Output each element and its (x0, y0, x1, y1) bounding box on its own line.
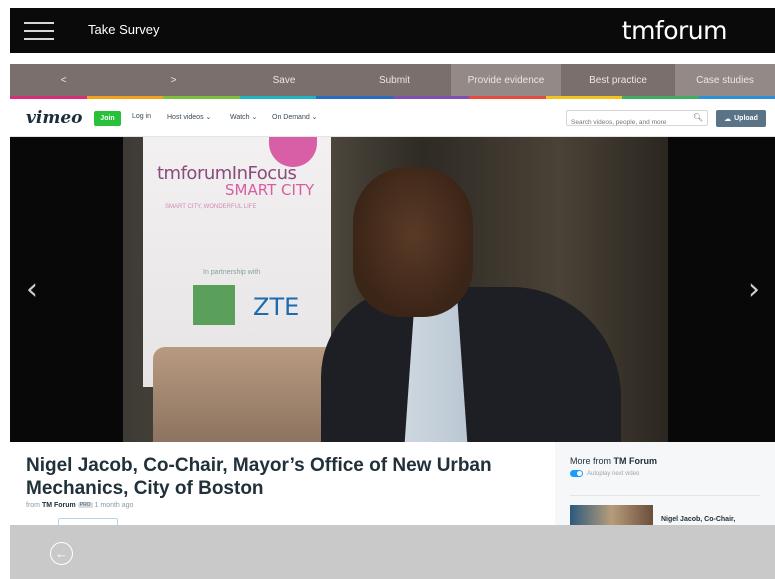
submit-button[interactable]: Submit (338, 64, 451, 96)
interviewee (321, 167, 621, 442)
upload-icon: ☁ (724, 115, 732, 123)
menu-icon[interactable] (24, 22, 54, 40)
back-arrow-icon[interactable]: ← (50, 542, 73, 565)
survey-toolbar: < > Save Submit Provide evidence Best pr… (10, 64, 775, 96)
search-input[interactable] (567, 115, 687, 130)
video-title: Nigel Jacob, Co-Chair, Mayor’s Office of… (26, 455, 492, 499)
search-box: 🔍︎ (566, 110, 708, 130)
join-button[interactable]: Join (94, 111, 121, 126)
channel-link[interactable]: TM Forum (42, 502, 76, 509)
pro-badge: PRO (77, 502, 93, 509)
more-from-heading: More from TM Forum (570, 456, 657, 466)
more-from-label: More from (570, 456, 612, 466)
previous-button[interactable]: < (10, 64, 117, 96)
watch-menu[interactable]: Watch ⌄ (230, 113, 257, 121)
search-icon[interactable]: 🔍︎ (693, 113, 703, 122)
partner-logo (193, 285, 235, 325)
best-practice-button[interactable]: Best practice (561, 64, 675, 96)
from-label: from (26, 502, 40, 509)
upload-label: Upload (734, 115, 758, 122)
next-button[interactable]: > (117, 64, 230, 96)
host-videos-menu[interactable]: Host videos ⌄ (167, 113, 211, 121)
save-button[interactable]: Save (230, 64, 338, 96)
vimeo-logo[interactable]: vimeo (26, 108, 82, 128)
more-from-channel[interactable]: TM Forum (614, 456, 658, 466)
banner-subtitle: SMART CITY (225, 181, 315, 199)
next-video-title[interactable]: Nigel Jacob, Co-Chair, (661, 516, 735, 523)
vimeo-header: vimeo Join Log in Host videos ⌄ Watch ⌄ … (10, 99, 775, 137)
divider (570, 495, 760, 496)
video-meta: from TM Forum PRO 1 month ago (26, 502, 133, 509)
app-frame: Take Survey tmforum < > Save Submit Prov… (10, 8, 775, 579)
next-video-arrow-icon[interactable]: › (748, 272, 760, 307)
banner-partner: In partnership with (203, 269, 261, 276)
case-studies-button[interactable]: Case studies (675, 64, 775, 96)
on-demand-menu[interactable]: On Demand ⌄ (272, 113, 318, 121)
sponsor-logo: ZTE (253, 293, 300, 321)
autoplay-toggle[interactable] (570, 470, 583, 477)
video-age: 1 month ago (94, 502, 134, 509)
bottom-bar: ← (10, 525, 775, 579)
brand-logo: tmforum (621, 16, 728, 45)
page-title: Take Survey (88, 22, 160, 37)
login-link[interactable]: Log in (132, 113, 151, 120)
app-header: Take Survey tmforum (10, 8, 775, 53)
banner-tagline: SMART CITY, WONDERFUL LIFE (165, 204, 257, 210)
upload-button[interactable]: ☁ Upload (716, 110, 766, 127)
previous-video-arrow-icon[interactable]: ‹ (26, 272, 38, 307)
autoplay-label: Autoplay next video (587, 470, 640, 477)
video-player[interactable]: tmforumInFocus SMART CITY SMART CITY, WO… (10, 137, 775, 442)
autoplay-row: Autoplay next video (570, 470, 639, 477)
video-frame: tmforumInFocus SMART CITY SMART CITY, WO… (123, 137, 668, 442)
provide-evidence-button[interactable]: Provide evidence (451, 64, 561, 96)
